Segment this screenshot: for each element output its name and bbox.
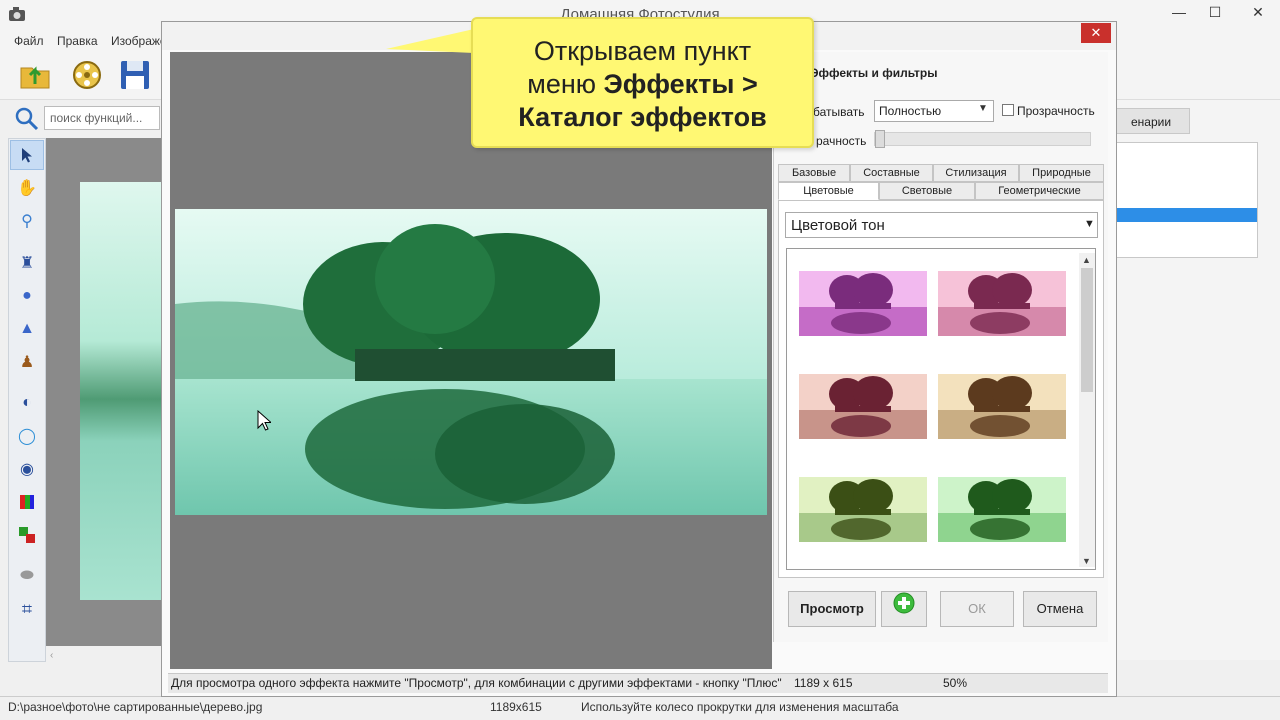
scroll-left-icon[interactable]: ‹ — [50, 650, 53, 661]
save-disk-icon[interactable] — [118, 58, 152, 92]
brush-tool-icon[interactable]: ♜ — [10, 248, 44, 278]
effect-category-select[interactable]: Цветовой тон — [785, 212, 1098, 238]
effect-thumbnail[interactable] — [938, 374, 1066, 439]
effect-thumbnail[interactable] — [799, 374, 927, 439]
close-window-icon[interactable]: ✕ — [1236, 0, 1280, 24]
preview-button[interactable]: Просмотр — [788, 591, 876, 627]
callout-line-3: Каталог эффектов — [518, 102, 767, 132]
scroll-down-icon[interactable]: ▼ — [1082, 556, 1091, 566]
process-label: батывать — [813, 105, 865, 119]
hand-tool-icon[interactable]: ✋ — [10, 173, 44, 203]
dialog-close-button[interactable]: ✕ — [1081, 23, 1111, 43]
preview-photo — [175, 209, 767, 515]
effect-thumbnail[interactable] — [938, 271, 1066, 336]
film-reel-icon[interactable] — [70, 58, 104, 92]
effects-panel-title: Эффекты и фильтры — [810, 66, 938, 80]
stamp-tool-icon[interactable]: ♟ — [10, 347, 44, 377]
ok-button[interactable]: ОК — [940, 591, 1014, 627]
sharpen-tool-icon[interactable]: ▲ — [10, 314, 44, 344]
scenarios-list[interactable] — [1112, 142, 1258, 258]
menu-file[interactable]: Файл — [14, 34, 44, 48]
add-effect-button[interactable] — [881, 591, 927, 627]
tab-basic[interactable]: Базовые — [778, 164, 850, 182]
callout-line-1: Открываем пункт — [533, 36, 752, 66]
tab-scenarios[interactable]: енарии — [1112, 108, 1190, 134]
plus-icon — [893, 592, 915, 627]
open-folder-icon[interactable] — [18, 58, 52, 92]
tab-geometric[interactable]: Геометрические — [975, 182, 1104, 200]
contrast-tool-icon[interactable]: ◐ — [10, 388, 44, 418]
chevron-down-icon[interactable]: ▼ — [978, 103, 988, 114]
thumbnails-scrollbar-thumb[interactable] — [1081, 268, 1093, 392]
menu-edit[interactable]: Правка — [57, 34, 98, 48]
opacity-slider[interactable] — [874, 132, 1091, 146]
dialog-status-hint: Для просмотра одного эффекта нажмите "Пр… — [171, 676, 782, 690]
dialog-status-zoom: 50% — [943, 676, 968, 690]
menu-image[interactable]: Изображение — [111, 34, 161, 48]
tab-composite[interactable]: Составные — [850, 164, 933, 182]
tab-light[interactable]: Световые — [879, 182, 975, 200]
mouse-cursor-icon — [257, 409, 273, 435]
pointer-tool-icon[interactable] — [10, 140, 44, 170]
opacity-slider-thumb[interactable] — [875, 130, 885, 148]
tutorial-callout: Открываем пункт меню Эффекты > Каталог э… — [471, 17, 814, 148]
cancel-button[interactable]: Отмена — [1023, 591, 1097, 627]
scenarios-selected-row[interactable] — [1113, 208, 1257, 222]
category-chevron-down-icon[interactable]: ▼ — [1084, 218, 1095, 230]
dialog-status-size: 1189 x 615 — [794, 676, 853, 690]
effect-thumbnail[interactable] — [799, 271, 927, 336]
tab-natural[interactable]: Природные — [1019, 164, 1104, 182]
crop-tool-icon[interactable]: ⌗ — [10, 594, 44, 624]
tab-stylization[interactable]: Стилизация — [933, 164, 1019, 182]
color-balance-icon[interactable] — [10, 487, 44, 517]
callout-line-2: меню Эффекты > — [527, 69, 758, 99]
redeye-tool-icon[interactable]: ◉ — [10, 454, 44, 484]
minimize-icon[interactable]: — — [1162, 0, 1196, 24]
status-hint: Используйте колесо прокрутки для изменен… — [581, 700, 899, 714]
tab-color[interactable]: Цветовые — [778, 182, 879, 200]
search-input[interactable]: поиск функций... — [44, 106, 160, 130]
process-mode-select[interactable]: Полностью — [874, 100, 994, 122]
status-file-path: D:\разное\фото\не сартированные\дерево.j… — [8, 700, 263, 714]
effect-thumbnail[interactable] — [799, 477, 927, 542]
transparency-checkbox[interactable] — [1002, 104, 1014, 116]
maximize-icon[interactable]: ☐ — [1198, 0, 1232, 24]
status-image-size: 1189x615 — [490, 700, 542, 714]
scroll-up-icon[interactable]: ▲ — [1082, 255, 1091, 265]
search-icon[interactable] — [14, 106, 40, 132]
swap-colors-icon[interactable] — [10, 520, 44, 550]
transparency-label: Прозрачность — [1017, 104, 1095, 118]
drop-tool-icon[interactable]: ● — [10, 281, 44, 311]
background-photo — [80, 182, 166, 600]
lens-tool-icon[interactable]: ◯ — [10, 421, 44, 451]
opacity-label: рачность — [816, 134, 867, 148]
eraser-tool-icon[interactable]: ⬬ — [10, 561, 44, 591]
effect-thumbnail[interactable] — [938, 477, 1066, 542]
zoom-tool-icon[interactable]: ⚲ — [10, 206, 44, 236]
